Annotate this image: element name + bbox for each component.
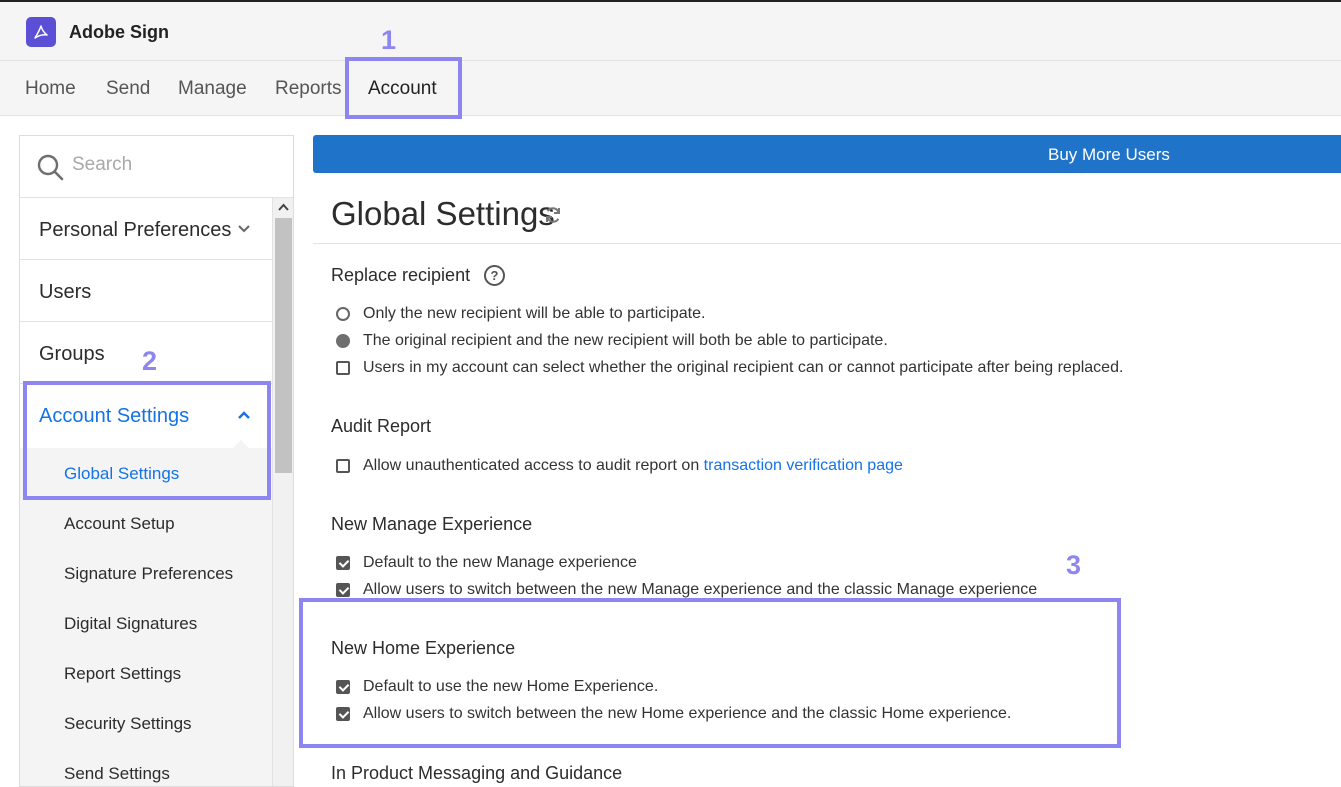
nav-manage[interactable]: Manage [178,78,247,100]
chevron-up-icon [238,411,250,419]
submenu-send-settings[interactable]: Send Settings [64,764,170,784]
radio-button[interactable] [336,307,350,321]
submenu-global-settings[interactable]: Global Settings [64,464,179,484]
sidebar-item-personal-preferences[interactable]: Personal Preferences [20,198,272,260]
section-title-audit-report: Audit Report [331,416,432,436]
sidebar-item-label: Groups [39,343,105,365]
checkbox[interactable] [336,361,350,375]
annotation-number-2: 2 [142,346,158,376]
sidebar-item-label: Personal Preferences [39,219,232,241]
option-switch-manage[interactable]: Allow users to switch between the new Ma… [336,581,1076,601]
buy-more-users-button[interactable]: Buy More Users [1048,145,1170,165]
page-title: Global Settings [331,195,555,232]
radio-button[interactable] [336,334,350,348]
sidebar-item-label: Users [39,281,92,303]
sidebar-search [20,136,293,198]
submenu-signature-preferences[interactable]: Signature Preferences [64,564,233,584]
section-title-in-product-messaging: In Product Messaging and Guidance [331,763,623,783]
sidebar-scrollbar[interactable] [272,198,293,786]
option-only-new-recipient[interactable]: Only the new recipient will be able to p… [336,305,756,325]
account-settings-submenu: Global Settings Account Setup Signature … [20,448,272,786]
annotation-box-3 [299,598,1121,748]
scroll-up-icon[interactable] [277,202,290,212]
checkbox[interactable] [336,707,350,721]
checkbox[interactable] [336,459,350,473]
option-label: The original recipient and the new recip… [363,332,888,349]
nav-reports[interactable]: Reports [275,78,342,100]
submenu-security-settings[interactable]: Security Settings [64,714,192,734]
sidebar-item-account-settings[interactable]: Account Settings [20,384,272,446]
submenu-report-settings[interactable]: Report Settings [64,664,181,684]
transaction-verification-link[interactable]: transaction verification page [704,457,903,474]
option-label: Default to the new Manage experience [363,554,637,571]
app-header: Adobe Sign [0,0,1341,61]
checkbox[interactable] [336,556,350,570]
option-both-recipients[interactable]: The original recipient and the new recip… [336,332,936,352]
help-icon[interactable]: ? [484,265,505,286]
main-nav: Home Send Manage Reports Account [0,61,1341,116]
option-label: Allow users to switch between the new Ma… [363,581,1038,598]
section-title-new-home: New Home Experience [331,638,516,658]
submenu-caret [232,440,250,449]
annotation-number-3: 3 [1066,550,1082,580]
chevron-down-icon [238,225,250,233]
search-icon [37,154,64,181]
section-title-new-manage: New Manage Experience [331,514,533,534]
nav-account[interactable]: Account [368,78,437,100]
submenu-digital-signatures[interactable]: Digital Signatures [64,614,197,634]
option-users-select-participation[interactable]: Users in my account can select whether t… [336,359,1156,379]
option-unauthenticated-audit-access[interactable]: Allow unauthenticated access to audit re… [336,457,956,477]
checkbox[interactable] [336,680,350,694]
annotation-number-1: 1 [381,25,397,55]
option-default-new-manage[interactable]: Default to the new Manage experience [336,554,676,574]
refresh-icon[interactable] [543,205,563,225]
search-input[interactable] [72,154,272,176]
scrollbar-thumb[interactable] [275,218,292,473]
option-switch-home[interactable]: Allow users to switch between the new Ho… [336,705,1036,725]
settings-sidebar: Personal Preferences Users Groups Accoun… [19,135,294,787]
checkbox[interactable] [336,583,350,597]
buy-users-banner: Buy More Users [313,135,1341,173]
option-label: Default to use the new Home Experience. [363,678,659,695]
nav-home[interactable]: Home [25,78,76,100]
app-title: Adobe Sign [69,22,169,42]
option-label: Users in my account can select whether t… [363,359,1124,376]
option-label: Only the new recipient will be able to p… [363,305,706,322]
adobe-acrobat-icon[interactable] [26,17,56,47]
sidebar-item-users[interactable]: Users [20,260,272,322]
option-default-new-home[interactable]: Default to use the new Home Experience. [336,678,696,698]
option-label: Allow users to switch between the new Ho… [363,705,1012,722]
nav-send[interactable]: Send [106,78,150,100]
sidebar-item-label: Account Settings [39,405,190,427]
title-divider [313,243,1341,244]
section-title-replace-recipient: Replace recipient [331,265,471,285]
option-label: Allow unauthenticated access to audit re… [363,457,903,474]
submenu-account-setup[interactable]: Account Setup [64,514,175,534]
